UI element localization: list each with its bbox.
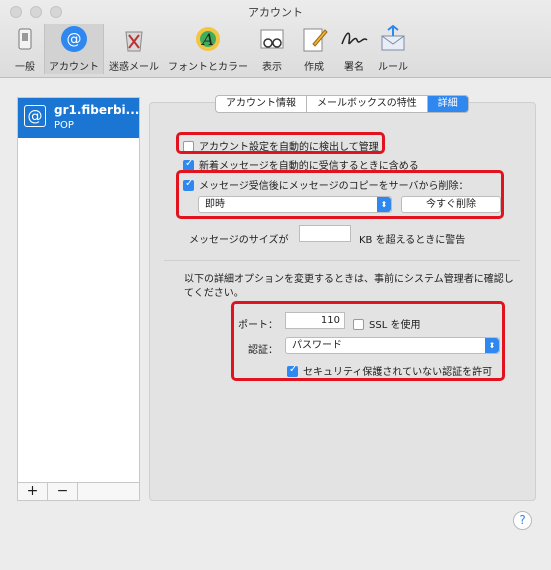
tab-bar: アカウント情報 メールボックスの特性 詳細 xyxy=(215,95,469,113)
rules-envelope-icon xyxy=(378,24,408,54)
signature-icon xyxy=(339,24,369,54)
toolbar-junk-mail-label: 迷惑メール xyxy=(109,62,159,73)
preferences-window: アカウント 一般 @ アカウント 迷惑メール A フォントとカラー 表示 作成 … xyxy=(0,0,551,570)
admin-note: 以下の詳細オプションを変更するときは、事前にシステム管理者に確認してください。 xyxy=(184,274,514,299)
size-prefix-label: メッセージのサイズが xyxy=(189,235,289,246)
remove-account-button[interactable]: − xyxy=(48,483,78,500)
toolbar-accounts[interactable]: @ アカウント xyxy=(44,24,104,74)
highlight-box xyxy=(176,170,504,219)
help-button[interactable]: ? xyxy=(513,511,532,530)
account-name: gr1.fiberbi... xyxy=(54,103,140,117)
toolbar-accounts-label: アカウント xyxy=(49,62,99,73)
toolbar-general[interactable]: 一般 xyxy=(8,24,42,74)
toolbar-rules[interactable]: ルール xyxy=(374,24,412,74)
highlight-box xyxy=(231,301,505,381)
account-list: @ gr1.fiberbi... POP xyxy=(17,97,140,501)
pencil-paper-icon xyxy=(299,24,329,54)
glasses-icon xyxy=(257,24,287,54)
tab-account-info[interactable]: アカウント情報 xyxy=(216,96,307,112)
toolbar-view[interactable]: 表示 xyxy=(254,24,290,74)
toolbar-fonts-colors[interactable]: A フォントとカラー xyxy=(166,24,250,74)
toolbar-rules-label: ルール xyxy=(378,62,408,73)
window-title: アカウント xyxy=(248,6,303,19)
toolbar-signatures[interactable]: 署名 xyxy=(336,24,372,74)
highlight-box xyxy=(176,132,385,154)
tab-mailbox-behaviors[interactable]: メールボックスの特性 xyxy=(307,96,428,112)
font-color-icon: A xyxy=(193,24,223,54)
toolbar-view-label: 表示 xyxy=(262,62,282,73)
message-size-input[interactable] xyxy=(299,225,351,242)
toolbar-general-label: 一般 xyxy=(15,62,35,73)
size-suffix-label: KB を超えるときに警告 xyxy=(359,235,466,246)
account-list-buttons: + − xyxy=(17,482,140,501)
toolbar-fonts-colors-label: フォントとカラー xyxy=(168,62,248,73)
toolbar-compose-label: 作成 xyxy=(304,62,324,73)
account-type: POP xyxy=(54,120,74,131)
tab-advanced[interactable]: 詳細 xyxy=(427,96,468,112)
svg-text:A: A xyxy=(200,30,214,49)
svg-text:@: @ xyxy=(67,30,82,48)
divider xyxy=(164,260,520,261)
toolbar-compose[interactable]: 作成 xyxy=(296,24,332,74)
account-list-item[interactable]: @ gr1.fiberbi... POP xyxy=(18,98,139,138)
junk-bin-icon xyxy=(119,24,149,54)
toolbar-signatures-label: 署名 xyxy=(344,62,364,73)
at-sign-icon: @ xyxy=(59,24,89,54)
switch-icon xyxy=(10,24,40,54)
title-bar: アカウント 一般 @ アカウント 迷惑メール A フォントとカラー 表示 作成 … xyxy=(0,0,551,78)
at-sign-icon: @ xyxy=(24,105,46,127)
toolbar-junk-mail[interactable]: 迷惑メール xyxy=(106,24,162,74)
add-account-button[interactable]: + xyxy=(18,483,48,500)
